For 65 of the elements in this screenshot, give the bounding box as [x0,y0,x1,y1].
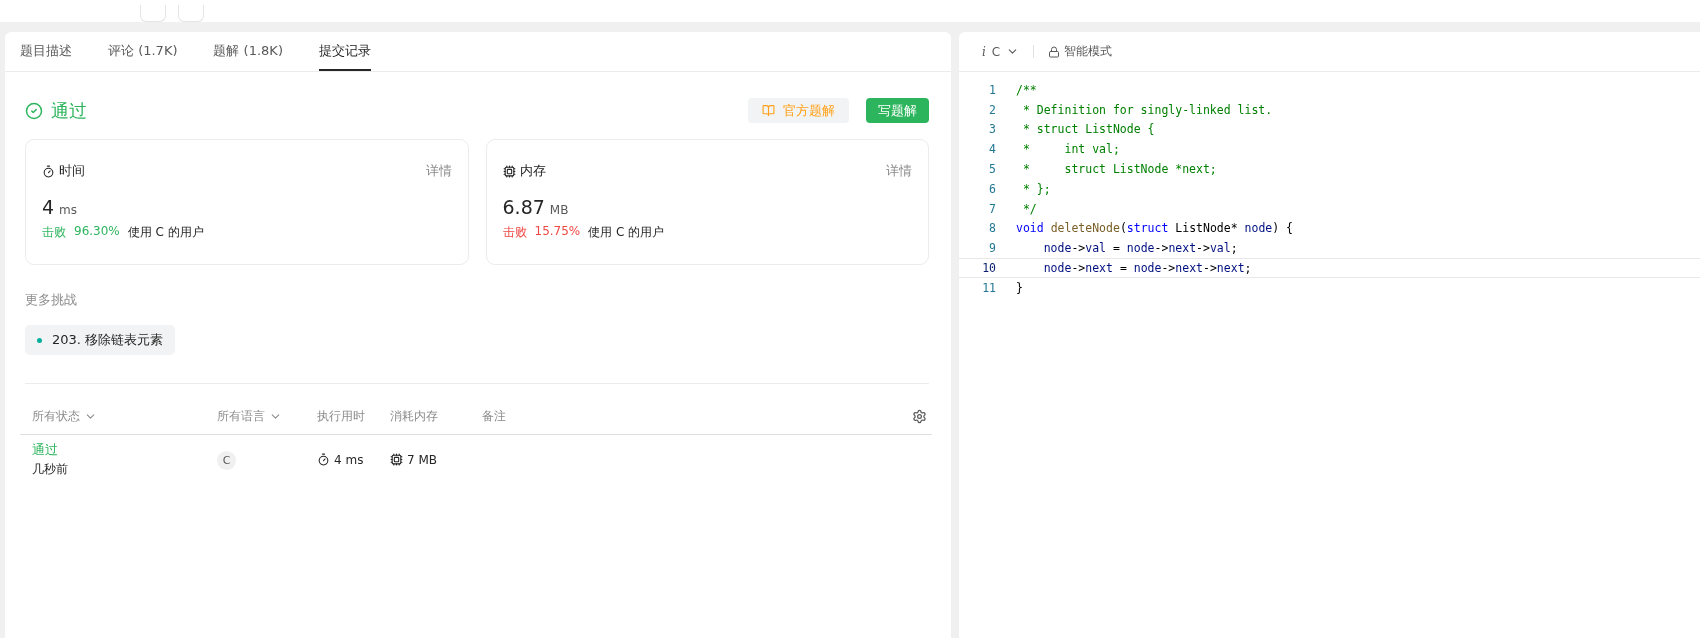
tab[interactable]: 评论 (1.7K) [108,32,178,71]
code-text: * struct ListNode { [1021,122,1155,137]
line-number: 8 [988,221,997,236]
line-number: 11 [981,280,997,295]
tab[interactable]: 题目描述 [20,32,72,71]
status-text: 通过 [51,98,87,123]
stat-value: 4 [42,196,55,218]
column-header: 执行用时 [317,407,365,425]
line-number: 7 [988,201,997,216]
column-header[interactable]: 所有状态 [32,407,80,425]
beat-suffix: 使用 C 的用户 [127,224,204,241]
line-number: 4 [988,142,997,157]
tab[interactable]: 题解 (1.8K) [213,32,283,71]
beat-percent: 96.30% [74,224,120,240]
beat-label: 击败 [42,224,66,241]
line-number: 1 [988,82,997,97]
language-select[interactable]: i C [982,44,1020,59]
beat-suffix: 使用 C 的用户 [588,224,665,241]
chip-icon [502,164,516,178]
time-ago: 几秒前 [32,461,69,478]
stat-value: 6.87 [502,196,545,218]
chip-icon [390,453,403,466]
status-link[interactable]: 通过 [32,441,217,459]
write-solution-button[interactable]: 写题解 [866,98,929,123]
check-circle-icon [25,101,43,120]
timer-icon [317,453,330,466]
line-number: 2 [988,102,997,117]
more-challenges-title: 更多挑战 [25,291,78,309]
code-text: * }; [1021,181,1051,196]
code-text: } [1016,280,1023,295]
timer-icon [42,164,55,178]
column-header[interactable]: 所有语言 [217,407,265,425]
details-link[interactable]: 详情 [425,162,452,180]
book-icon [762,104,775,117]
code-text: node->next = node->next->next; [1042,261,1252,276]
card-title: 时间 [59,162,85,180]
runtime-text: 4 ms [334,452,364,467]
line-number: 10 [981,261,997,276]
settings-icon[interactable] [912,408,927,424]
code-text: * struct ListNode *next; [1021,162,1217,177]
details-link[interactable]: 详情 [886,162,912,180]
line-number: 3 [988,122,997,137]
challenge-link[interactable]: 203. 移除链表元素 [25,325,176,355]
code-text: /** [1016,82,1037,97]
column-header: 消耗内存 [390,407,438,425]
code-text: * int val; [1021,142,1120,157]
code-text: * Definition for singly-linked list. [1021,102,1273,117]
language-tag: C [217,451,236,470]
lock-icon [1048,45,1061,58]
card-title: 内存 [519,162,546,180]
mode-label: 智能模式 [1064,43,1113,60]
code-text: */ [1021,201,1037,216]
line-number: 5 [988,162,997,177]
line-number: 9 [988,241,997,256]
memory-text: 7 MB [407,452,438,467]
official-solution-button[interactable]: 官方题解 [748,98,849,123]
stat-unit: ms [59,203,78,217]
code-text: void deleteNode(struct ListNode* node) { [1016,221,1293,236]
stat-unit: MB [549,203,569,217]
column-header: 备注 [482,407,506,425]
line-number: 6 [988,181,997,196]
beat-percent: 15.75% [534,224,581,240]
beat-label: 击败 [502,224,527,241]
tab[interactable]: 提交记录 [318,32,371,71]
code-text: node->val = node->next->val; [1042,241,1238,256]
